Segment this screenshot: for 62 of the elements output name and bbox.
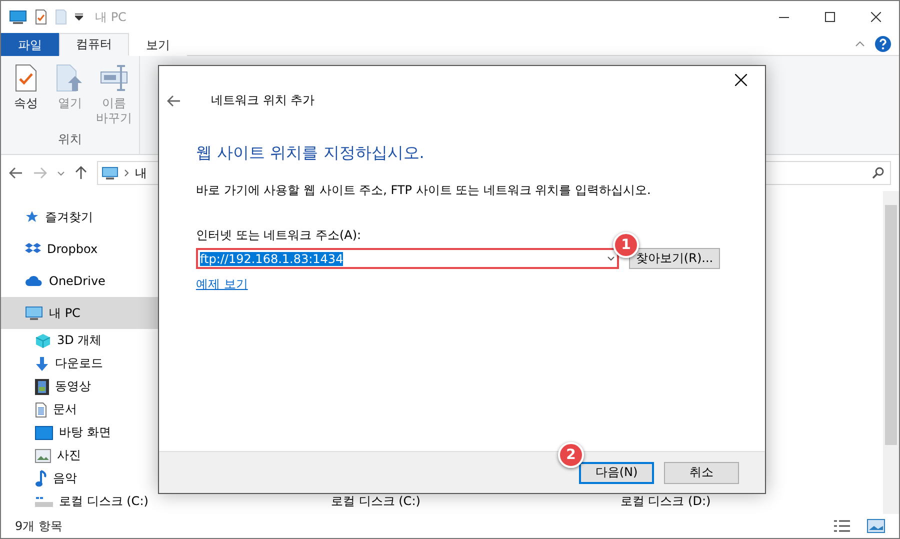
rename-field-icon: [100, 64, 128, 92]
document-icon: [35, 402, 47, 418]
drive-icon: [35, 496, 53, 508]
address-field[interactable]: ftp://192.168.1.83:1434: [196, 248, 619, 269]
checked-page-icon: [15, 64, 37, 92]
sidebar-item[interactable]: 3D 개체: [1, 329, 201, 352]
music-note-icon: [35, 470, 47, 488]
close-icon: [735, 74, 747, 86]
box-icon: [25, 242, 41, 256]
tiles-view-icon[interactable]: [867, 519, 885, 533]
cloud-icon: [25, 275, 43, 287]
sidebar-item[interactable]: 다운로드: [1, 352, 201, 375]
instruction-text: 바로 가기에 사용할 웹 사이트 주소, FTP 사이트 또는 네트워크 위치를 입력하십시오.: [196, 182, 651, 199]
ribbon-button[interactable]: 속성: [5, 62, 47, 128]
cube-icon: [35, 332, 51, 348]
ribbon-tab[interactable]: 파일: [1, 33, 59, 56]
chevron-down-icon[interactable]: [57, 170, 65, 176]
image-icon: [35, 448, 51, 462]
dialog-button[interactable]: 다음(N): [579, 462, 654, 484]
dropdown-caret-icon[interactable]: [75, 13, 83, 21]
maximize-icon: [825, 12, 835, 22]
back-arrow-icon[interactable]: [167, 94, 181, 106]
monitor-icon: [25, 306, 43, 320]
sidebar-item[interactable]: 사진: [1, 444, 201, 467]
details-view-icon[interactable]: [833, 519, 851, 533]
film-icon: [35, 378, 49, 394]
ribbon-tab[interactable]: 컴퓨터: [59, 33, 129, 56]
field-label: 인터넷 또는 네트워크 주소(A):: [196, 227, 362, 244]
window-title: 내 PC: [95, 8, 126, 26]
item-count: 9개 항목: [15, 518, 62, 534]
up-arrow-icon[interactable]: [75, 166, 87, 180]
chevron-right-icon: [124, 169, 129, 177]
star-icon: [25, 210, 39, 224]
back-arrow-icon[interactable]: [9, 167, 23, 179]
page-up-arrow-icon: [56, 64, 84, 92]
minimize-icon: [779, 16, 789, 18]
dialog-title: 네트워크 위치 추가: [211, 92, 315, 109]
download-arrow-icon: [35, 356, 49, 372]
collapse-chevron-icon[interactable]: [855, 41, 865, 47]
dropdown-chevron-icon[interactable]: [607, 256, 615, 261]
example-link[interactable]: 예제 보기: [196, 276, 248, 293]
drive-label[interactable]: 로컬 디스크 (C:): [331, 493, 420, 510]
help-icon[interactable]: [875, 36, 891, 52]
monitor-icon: [9, 10, 27, 24]
monitor-icon: [102, 166, 118, 180]
sidebar-item[interactable]: 로컬 디스크 (C:): [1, 490, 201, 513]
sidebar-item[interactable]: 동영상: [1, 375, 201, 398]
scrollbar-thumb[interactable]: [885, 205, 897, 445]
desktop-icon: [35, 426, 53, 440]
search-icon: [872, 167, 884, 179]
sidebar-item[interactable]: 바탕 화면: [1, 421, 201, 444]
sidebar-item[interactable]: 문서: [1, 398, 201, 421]
checked-page-icon[interactable]: [35, 9, 47, 25]
close-icon: [871, 12, 881, 22]
breadcrumb[interactable]: 내: [135, 164, 147, 182]
drive-label[interactable]: 로컬 디스크 (D:): [620, 493, 711, 510]
browse-button[interactable]: 찾아보기(R)...: [629, 248, 720, 269]
close-button[interactable]: [733, 72, 749, 88]
dialog-button[interactable]: 취소: [664, 462, 739, 484]
group-label: 위치: [58, 131, 82, 148]
dialog-heading: 웹 사이트 위치를 지정하십시오.: [196, 143, 424, 164]
sidebar-item[interactable]: 음악: [1, 467, 201, 490]
